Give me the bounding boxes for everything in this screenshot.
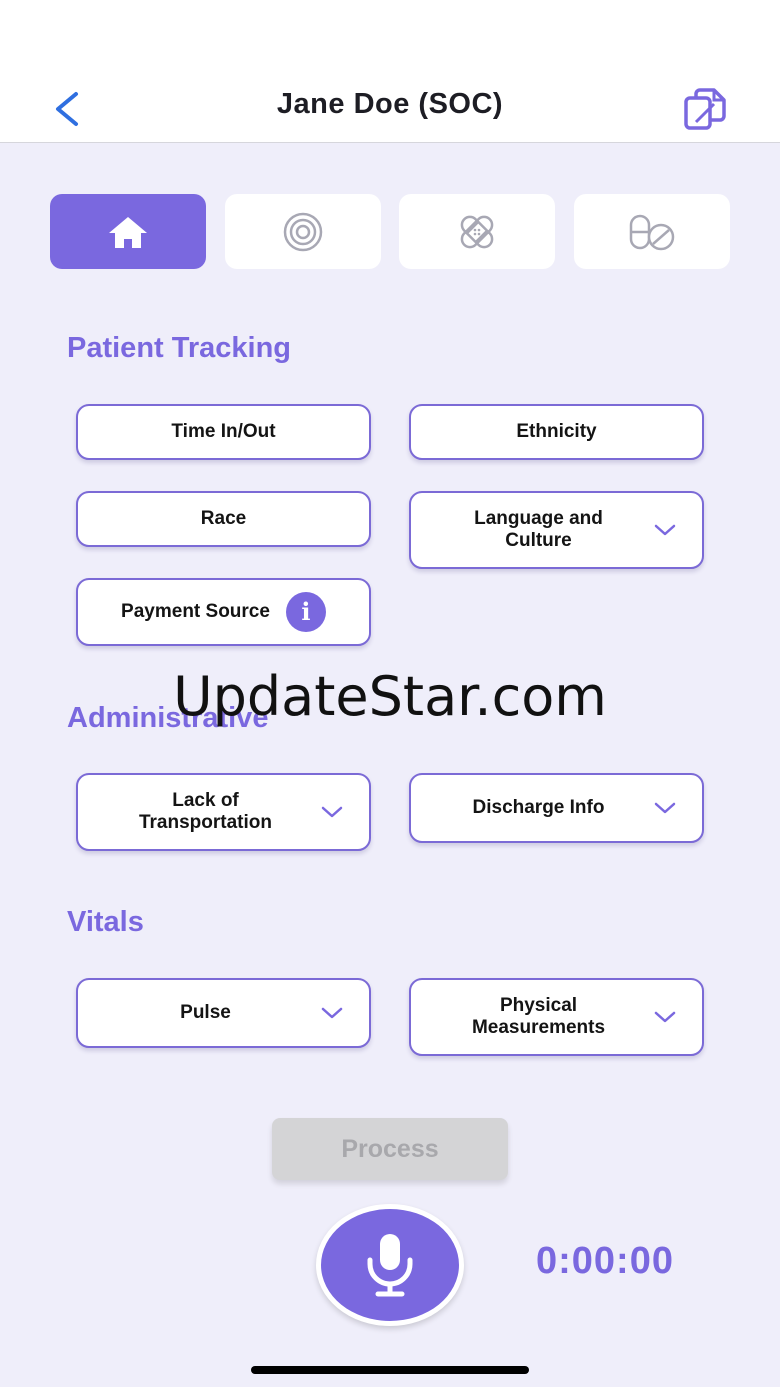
info-icon[interactable]: i: [285, 592, 326, 632]
tab-medications[interactable]: [574, 194, 730, 269]
tab-home[interactable]: [50, 194, 206, 269]
time-in-out-label: Time In/Out: [171, 421, 276, 442]
physical-measurements-dropdown[interactable]: Physical Measurements: [409, 978, 704, 1056]
race-button[interactable]: Race: [76, 491, 371, 547]
chevron-down-icon: [654, 1011, 676, 1023]
chevron-down-icon: [654, 802, 676, 814]
section-title-vitals: Vitals: [67, 906, 144, 938]
pills-icon: [629, 214, 675, 250]
chevron-down-icon: [321, 806, 343, 818]
chevron-left-icon[interactable]: [50, 90, 84, 128]
record-button[interactable]: [316, 1204, 464, 1326]
page-title: Jane Doe (SOC): [276, 88, 504, 120]
race-label: Race: [200, 508, 247, 529]
top-navigation-bar: Jane Doe (SOC): [0, 0, 780, 143]
payment-source-button[interactable]: Payment Source i: [76, 578, 371, 646]
physical-measurements-label: Physical Measurements: [471, 995, 606, 1038]
ethnicity-label: Ethnicity: [516, 421, 597, 442]
language-and-culture-label: Language and Culture: [474, 508, 603, 551]
recording-timer: 0:00:00: [536, 1240, 674, 1282]
tab-target[interactable]: [225, 194, 381, 269]
section-title-patient-tracking: Patient Tracking: [67, 332, 292, 364]
discharge-info-label: Discharge Info: [472, 797, 605, 818]
lack-of-transportation-label: Lack of Transportation: [138, 790, 272, 833]
tab-bandage[interactable]: [399, 194, 555, 269]
payment-source-label: Payment Source: [121, 601, 270, 622]
chevron-down-icon: [321, 1007, 343, 1019]
target-icon: [283, 212, 323, 251]
pulse-label: Pulse: [180, 1002, 231, 1023]
pulse-dropdown[interactable]: Pulse: [76, 978, 371, 1048]
home-indicator: [251, 1366, 529, 1374]
microphone-icon: [367, 1234, 413, 1297]
watermark: UpdateStar.com: [173, 665, 607, 728]
process-button[interactable]: Process: [272, 1118, 508, 1180]
copy-documents-icon[interactable]: [682, 86, 732, 132]
chevron-down-icon: [654, 524, 676, 536]
language-and-culture-dropdown[interactable]: Language and Culture: [409, 491, 704, 569]
lack-of-transportation-dropdown[interactable]: Lack of Transportation: [76, 773, 371, 851]
ethnicity-button[interactable]: Ethnicity: [409, 404, 704, 460]
home-icon: [109, 216, 147, 248]
time-in-out-button[interactable]: Time In/Out: [76, 404, 371, 460]
bandage-icon: [460, 215, 494, 248]
discharge-info-dropdown[interactable]: Discharge Info: [409, 773, 704, 843]
